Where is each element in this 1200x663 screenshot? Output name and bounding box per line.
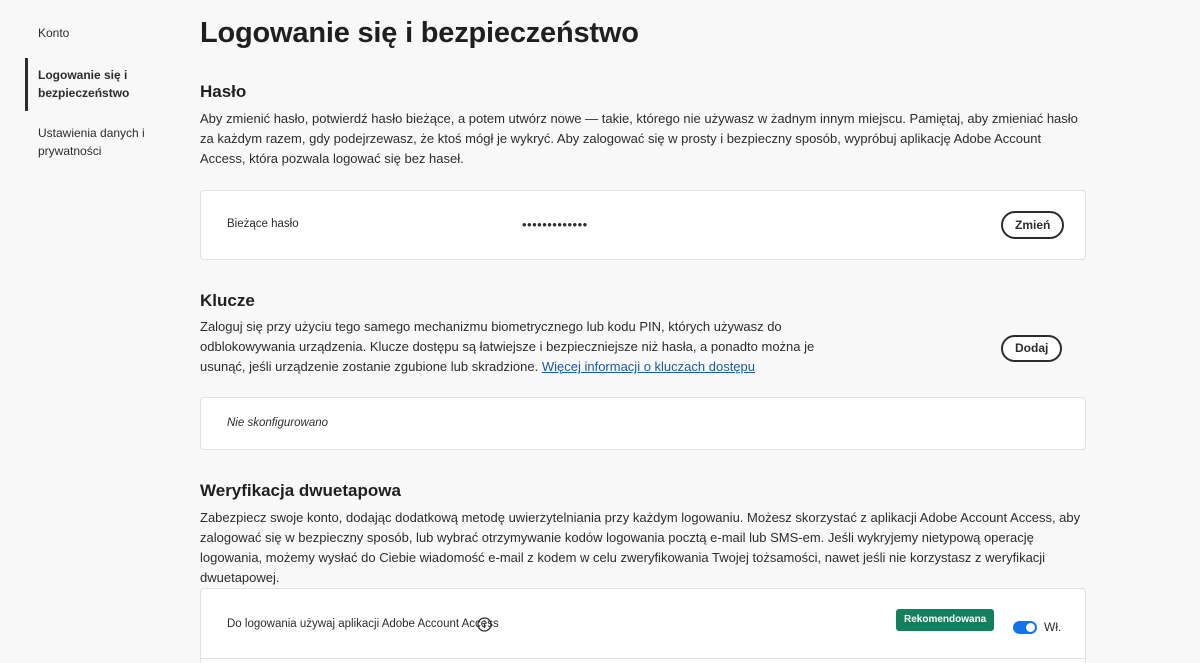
account-access-toggle[interactable] [1013,621,1037,634]
password-description: Aby zmienić hasło, potwierdź hasło bieżą… [200,111,1078,166]
recommended-badge: Rekomendowana [896,609,995,631]
page-title: Logowanie się i bezpieczeństwo [200,17,639,49]
current-password-value: ••••••••••••• [522,217,588,232]
add-passkey-button[interactable]: Dodaj [1001,335,1063,362]
passkeys-status: Nie skonfigurowano [227,417,329,429]
card-divider [201,658,1085,659]
info-icon[interactable] [477,617,492,632]
two-step-description: Zabezpiecz swoje konto, dodając dodatkow… [200,510,1081,585]
password-card: Bieżące hasło ••••••••••••• Zmień [200,190,1086,260]
password-section-title: Hasło [200,82,247,101]
passkeys-learn-more-link[interactable]: Więcej informacji o kluczach dostępu [542,359,755,374]
sidebar-item-security[interactable]: Logowanie się i bezpieczeństwo [25,58,165,111]
page: Konto Logowanie się i bezpieczeństwo Ust… [0,0,1200,663]
passkeys-card: Nie skonfigurowano [200,397,1086,450]
passkeys-section-title: Klucze [200,291,255,310]
change-password-button[interactable]: Zmień [1001,211,1065,239]
two-step-section-title: Weryfikacja dwuetapowa [200,481,401,500]
account-access-option-label: Do logowania używaj aplikacji Adobe Acco… [227,618,499,630]
current-password-label: Bieżące hasło [227,218,299,230]
passkeys-description: Zaloguj się przy użyciu tego samego mech… [200,317,850,377]
toggle-knob [1026,623,1035,632]
sidebar-item-privacy[interactable]: Ustawienia danych i prywatności [25,124,165,160]
toggle-state-label: Wł. [1044,620,1062,634]
sidebar-item-konto[interactable]: Konto [25,24,165,42]
two-step-card: Do logowania używaj aplikacji Adobe Acco… [200,588,1086,663]
